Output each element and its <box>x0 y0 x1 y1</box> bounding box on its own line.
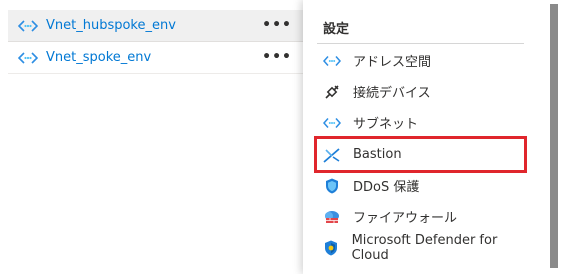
more-actions-button[interactable]: ••• <box>262 48 292 66</box>
firewall-icon <box>323 208 341 226</box>
settings-menu: 設定 アドレス空間 接続デバイス サブネット Bastion DDoS 保護 フ… <box>303 0 550 274</box>
vnet-row[interactable]: Vnet_spoke_env ••• <box>8 42 304 74</box>
vnet-name-link[interactable]: Vnet_spoke_env <box>46 50 151 65</box>
vnet-icon <box>18 51 38 65</box>
vnet-list: Vnet_hubspoke_env ••• Vnet_spoke_env ••• <box>8 10 304 74</box>
menu-item-subnet[interactable]: サブネット <box>317 107 524 138</box>
more-actions-button[interactable]: ••• <box>262 16 292 34</box>
menu-item-label: Bastion <box>353 147 402 162</box>
scrollbar-thumb[interactable] <box>550 4 558 268</box>
menu-item-label: アドレス空間 <box>353 55 432 70</box>
connected-devices-icon <box>323 83 341 101</box>
subnet-icon <box>323 114 341 132</box>
menu-item-defender-for-cloud[interactable]: Microsoft Defender for Cloud <box>317 232 524 263</box>
menu-item-label: ファイアウォール <box>353 211 458 226</box>
menu-item-ddos-protection[interactable]: DDoS 保護 <box>317 170 524 201</box>
menu-item-label: 接続デバイス <box>353 86 431 101</box>
menu-item-label: DDoS 保護 <box>353 180 420 195</box>
menu-item-label: Microsoft Defender for Cloud <box>351 232 498 263</box>
bastion-icon <box>323 146 341 164</box>
menu-divider <box>317 43 524 44</box>
menu-item-firewall[interactable]: ファイアウォール <box>317 201 524 232</box>
menu-section-title: 設定 <box>323 22 350 37</box>
vnet-row[interactable]: Vnet_hubspoke_env ••• <box>8 10 304 42</box>
vnet-icon <box>18 19 38 33</box>
menu-item-address-space[interactable]: アドレス空間 <box>317 45 524 76</box>
menu-item-bastion[interactable]: Bastion <box>314 136 527 173</box>
address-space-icon <box>323 52 341 70</box>
menu-item-connected-devices[interactable]: 接続デバイス <box>317 76 524 107</box>
ddos-shield-icon <box>323 177 341 195</box>
menu-item-label: サブネット <box>353 117 419 132</box>
vnet-name-link[interactable]: Vnet_hubspoke_env <box>46 18 176 33</box>
defender-shield-icon <box>323 239 340 257</box>
